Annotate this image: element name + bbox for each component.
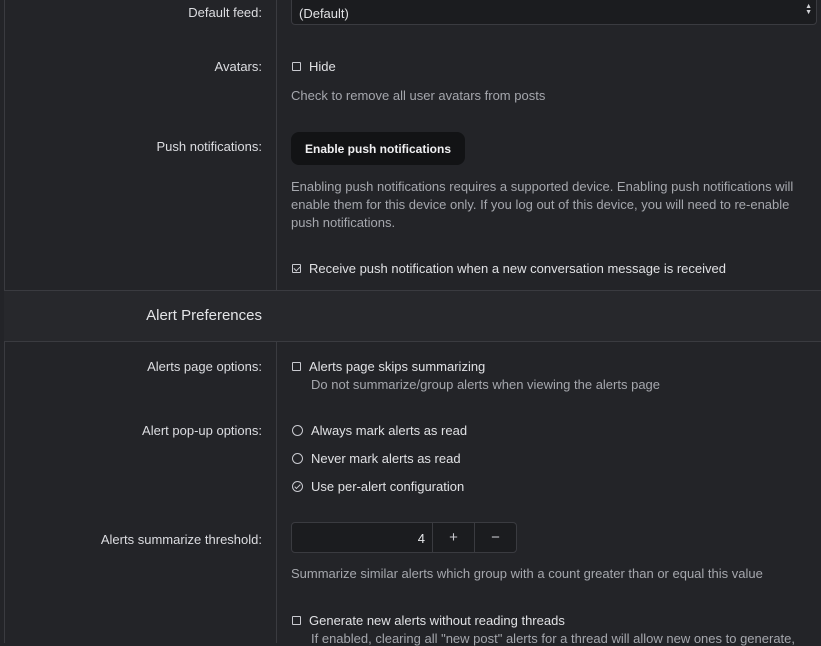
checkbox-icon	[292, 616, 301, 625]
avatars-hide-label: Hide	[309, 59, 336, 74]
avatars-hint: Check to remove all user avatars from po…	[291, 88, 546, 103]
avatars-label: Avatars:	[214, 59, 262, 74]
alert-popup-options-label: Alert pop-up options:	[142, 423, 262, 438]
column-divider	[276, 341, 277, 643]
push-notifications-label: Push notifications:	[156, 139, 262, 154]
default-feed-label: Default feed:	[188, 5, 262, 20]
popup-option-never-radio[interactable]: Never mark alerts as read	[292, 451, 461, 466]
alerts-page-skip-label: Alerts page skips summarizing	[309, 359, 486, 374]
checkbox-icon	[292, 362, 301, 371]
push-hint-line: push notifications.	[291, 215, 396, 230]
push-hint-line: Enabling push notifications requires a s…	[291, 179, 794, 194]
radio-icon	[292, 425, 303, 436]
column-divider	[276, 0, 277, 291]
select-caret-icon: ▲ ▼	[805, 3, 812, 16]
checkbox-checked-icon	[292, 264, 301, 273]
threshold-hint: Summarize similar alerts which group wit…	[291, 566, 763, 581]
default-feed-select[interactable]: (Default) ▲ ▼	[291, 0, 817, 25]
generate-alerts-label: Generate new alerts without reading thre…	[309, 613, 565, 628]
alerts-page-hint: Do not summarize/group alerts when viewi…	[311, 377, 661, 392]
increment-button[interactable]: +	[433, 523, 474, 552]
popup-option-label: Always mark alerts as read	[311, 423, 468, 438]
enable-push-button[interactable]: Enable push notifications	[291, 132, 466, 165]
radio-checked-icon	[292, 481, 303, 492]
popup-option-label: Use per-alert configuration	[311, 479, 465, 494]
default-feed-value: (Default)	[299, 6, 349, 21]
threshold-input[interactable]: 4	[292, 523, 433, 552]
divider	[4, 290, 821, 291]
radio-icon	[292, 453, 303, 464]
generate-alerts-checkbox[interactable]: Generate new alerts without reading thre…	[292, 613, 565, 628]
popup-option-label: Never mark alerts as read	[311, 451, 461, 466]
conversation-push-label: Receive push notification when a new con…	[309, 261, 726, 276]
summarize-threshold-label: Alerts summarize threshold:	[100, 532, 262, 547]
popup-option-always-radio[interactable]: Always mark alerts as read	[292, 423, 467, 438]
alerts-page-skip-checkbox[interactable]: Alerts page skips summarizing	[292, 359, 485, 374]
generate-alerts-hint: If enabled, clearing all "new post" aler…	[311, 631, 796, 646]
decrement-button[interactable]: −	[474, 523, 516, 552]
alert-preferences-header	[4, 291, 821, 341]
summarize-threshold-stepper: 4 + −	[291, 522, 517, 553]
avatars-hide-checkbox[interactable]: Hide	[292, 59, 336, 74]
push-hint: Enabling push notifications requires a s…	[291, 178, 793, 232]
divider	[4, 341, 821, 342]
push-hint-line: enable them for this device only. If you…	[291, 197, 790, 212]
alert-preferences-title: Alert Preferences	[146, 307, 262, 324]
alerts-page-options-label: Alerts page options:	[147, 359, 262, 374]
checkbox-icon	[292, 62, 301, 71]
conversation-push-checkbox[interactable]: Receive push notification when a new con…	[292, 261, 726, 276]
popup-option-per-alert-radio[interactable]: Use per-alert configuration	[292, 479, 464, 494]
